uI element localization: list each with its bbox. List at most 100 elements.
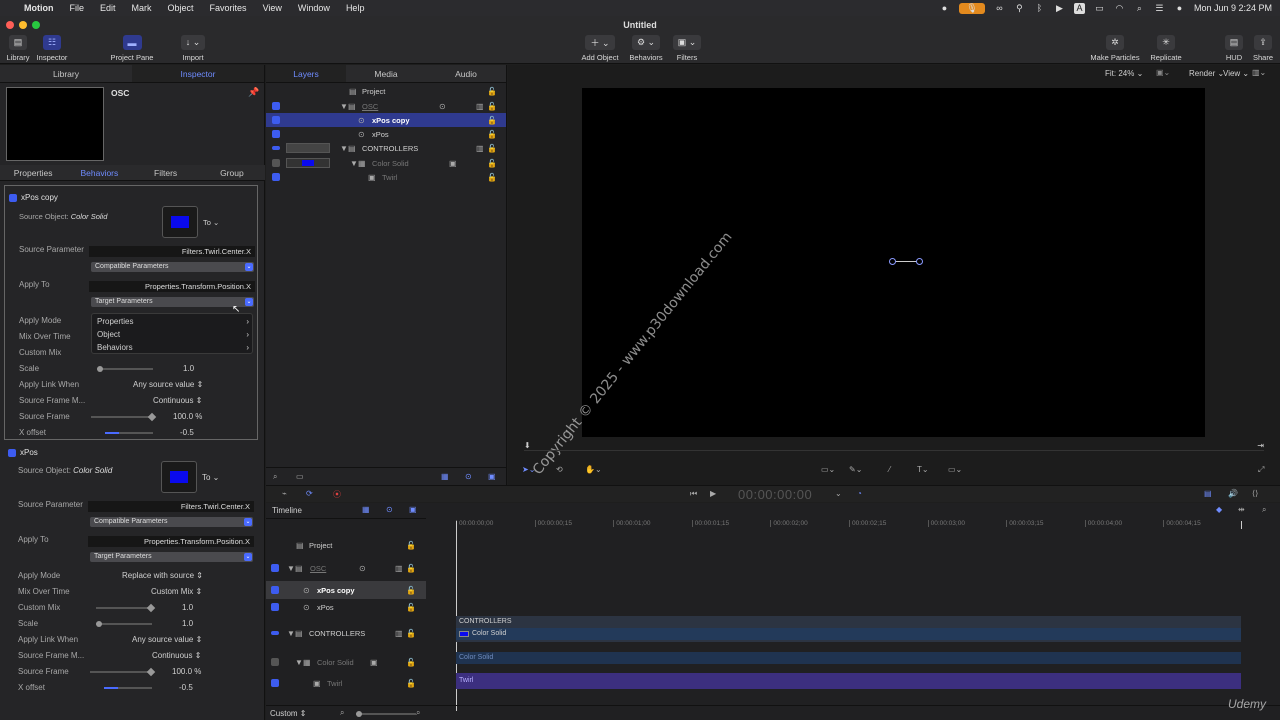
bar-twirl[interactable]: Twirl — [456, 673, 1241, 689]
keyboard-input-icon[interactable]: A — [1073, 2, 1085, 14]
timeline-ruler[interactable]: 00:00:00;00 00:00:00;15 00:00:01;00 00:00:0… — [426, 519, 1280, 531]
show-behaviors-icon[interactable]: ⊙ — [465, 472, 472, 481]
position-onscreen-control[interactable] — [889, 258, 923, 266]
track-controllers[interactable]: ▼ ▤ CONTROLLERS ▥ 🔓 — [266, 626, 426, 640]
wifi-icon[interactable]: ◠ — [1114, 3, 1125, 14]
enable-checkbox[interactable] — [9, 193, 17, 202]
pan-tool-icon[interactable]: ✋⌄ — [585, 465, 602, 474]
mask-tool-icon[interactable]: ▭⌄ — [948, 465, 962, 474]
tab-group[interactable]: Group — [199, 165, 265, 180]
tab-behaviors[interactable]: Behaviors — [66, 165, 133, 180]
menu-window[interactable]: Window — [290, 3, 338, 13]
lock-icon[interactable]: 🔓 — [406, 658, 416, 667]
visibility-checkbox[interactable] — [271, 603, 279, 611]
group-type-icon[interactable]: ▥ — [476, 102, 484, 111]
playhead-marker-icon[interactable]: ⬇ — [524, 441, 531, 450]
share-button[interactable]: ⇪ Share — [1251, 35, 1275, 62]
menu-favorites[interactable]: Favorites — [202, 3, 255, 13]
search-icon[interactable]: ⌕ — [273, 472, 277, 482]
disclosure-triangle-icon[interactable]: ▼ — [340, 144, 348, 153]
layout-icon[interactable]: ▥⌄ — [1252, 68, 1266, 77]
visibility-checkbox[interactable] — [272, 146, 280, 150]
lock-icon[interactable]: 🔓 — [406, 629, 416, 638]
show-groups-icon[interactable]: ▦ — [441, 472, 449, 481]
disclosure-triangle-icon[interactable]: ▼ — [287, 564, 295, 573]
menu-edit[interactable]: Edit — [92, 3, 124, 13]
add-object-button[interactable]: ＋ ⌄ Add Object — [578, 35, 622, 62]
user-icon[interactable]: ● — [1174, 3, 1185, 14]
pin-icon[interactable]: ⚲ — [1014, 3, 1025, 14]
timecode-display[interactable]: 00:00:00:00 — [738, 487, 812, 502]
menu-item-behaviors[interactable]: Behaviors › — [97, 343, 249, 352]
menu-file[interactable]: File — [62, 3, 93, 13]
menu-view[interactable]: View — [255, 3, 290, 13]
select-transform-tool-icon[interactable]: ➤⌄ — [522, 465, 535, 474]
group-type-icon[interactable]: ▥ — [395, 564, 403, 573]
lock-icon[interactable]: 🔓 — [406, 564, 416, 573]
menu-mark[interactable]: Mark — [124, 3, 160, 13]
menu-item-properties[interactable]: Properties › — [97, 317, 249, 326]
disclosure-triangle-icon[interactable]: ▼ — [350, 159, 358, 168]
bluetooth-icon[interactable]: ᛒ — [1034, 3, 1045, 14]
source-frame-value[interactable]: 100.0 % — [172, 667, 201, 676]
render-popup[interactable]: Render ⌄ — [1189, 69, 1224, 78]
import-button[interactable]: ↓ ⌄ Import — [176, 35, 210, 62]
lock-icon[interactable]: 🔓 — [487, 130, 497, 139]
visibility-checkbox[interactable] — [271, 658, 279, 666]
fullscreen-icon[interactable]: ⤢ — [1258, 465, 1264, 475]
text-tool-icon[interactable]: T⌄ — [917, 465, 929, 474]
source-frame-value[interactable]: 100.0 % — [173, 412, 202, 421]
menu-app[interactable]: Motion — [16, 3, 62, 13]
visibility-checkbox[interactable] — [272, 102, 280, 110]
show-behaviors-icon[interactable]: ⊙ — [386, 505, 393, 514]
slider-knob[interactable] — [356, 711, 362, 717]
layer-project[interactable]: ▤ Project 🔓 — [266, 84, 506, 98]
visibility-checkbox[interactable] — [271, 631, 279, 635]
lock-icon[interactable]: 🔓 — [487, 144, 497, 153]
tab-layers[interactable]: Layers — [266, 65, 346, 82]
channels-icon[interactable]: ▣⌄ — [1156, 68, 1170, 77]
scale-value[interactable]: 1.0 — [183, 364, 194, 373]
end-marker[interactable] — [1241, 521, 1242, 529]
track-color-solid[interactable]: ▼ ▦ Color Solid ▣ 🔓 — [266, 655, 426, 669]
slider-knob[interactable] — [146, 603, 156, 613]
layer-xpos[interactable]: ⊙ xPos 🔓 — [266, 127, 506, 141]
timecode-format-icon[interactable]: ⌄ — [835, 489, 842, 498]
layer-osc[interactable]: ▼ ▤ OSC ⊙ ▥ 🔓 — [266, 99, 506, 113]
rig-icon[interactable]: ⊙ — [359, 564, 366, 573]
source-frame-slider[interactable] — [90, 667, 156, 677]
track-xpos-copy[interactable]: ⊙ xPos copy 🔓 — [266, 581, 426, 599]
visibility-checkbox[interactable] — [271, 586, 279, 594]
show-filters-icon[interactable]: ▣ — [409, 505, 417, 514]
apply-link-popup[interactable]: Any source value ⇕ — [133, 380, 203, 389]
lock-icon[interactable]: 🔓 — [487, 159, 497, 168]
track-xpos[interactable]: ⊙ xPos 🔓 — [266, 600, 426, 614]
control-center-icon[interactable]: ☰ — [1154, 3, 1165, 14]
keyframe-editor-icon[interactable]: ⟨⟩ — [1252, 489, 1258, 498]
source-frame-mode-popup[interactable]: Continuous ⇕ — [153, 396, 202, 405]
visibility-checkbox[interactable] — [272, 173, 280, 181]
filter-stack-icon[interactable]: ▣ — [449, 159, 457, 168]
layer-xpos-copy[interactable]: ⊙ xPos copy 🔓 — [266, 113, 506, 127]
apply-link-popup[interactable]: Any source value ⇕ — [132, 635, 202, 644]
target-parameters-popup[interactable]: Target Parameters ⌄ — [90, 552, 253, 562]
target-parameters-popup[interactable]: Target Parameters ⌄ — [91, 297, 254, 307]
apply-mode-popup[interactable]: Replace with source ⇕ — [122, 571, 203, 580]
disclosure-triangle-icon[interactable]: ▼ — [340, 102, 348, 111]
zoom-in-icon[interactable]: ⌕ — [416, 708, 420, 718]
record-animation-icon[interactable]: ⦿ — [333, 489, 341, 500]
mix-over-time-popup[interactable]: Custom Mix ⇕ — [151, 587, 202, 596]
custom-mix-value[interactable]: 1.0 — [182, 603, 193, 612]
group-type-icon[interactable]: ▥ — [476, 144, 484, 153]
visibility-checkbox[interactable] — [272, 116, 280, 124]
menu-item-object[interactable]: Object › — [97, 330, 249, 339]
show-filters-icon[interactable]: ▣ — [488, 472, 496, 481]
disclosure-triangle-icon[interactable]: ▼ — [295, 658, 303, 667]
visibility-checkbox[interactable] — [271, 564, 279, 572]
x-offset-slider[interactable] — [105, 432, 153, 434]
scale-slider[interactable] — [97, 366, 153, 372]
compatible-parameters-popup[interactable]: Compatible Parameters ⌄ — [90, 517, 253, 527]
visibility-checkbox[interactable] — [271, 679, 279, 687]
audio-timeline-icon[interactable]: 🔊 — [1228, 489, 1238, 498]
menu-help[interactable]: Help — [338, 3, 373, 13]
